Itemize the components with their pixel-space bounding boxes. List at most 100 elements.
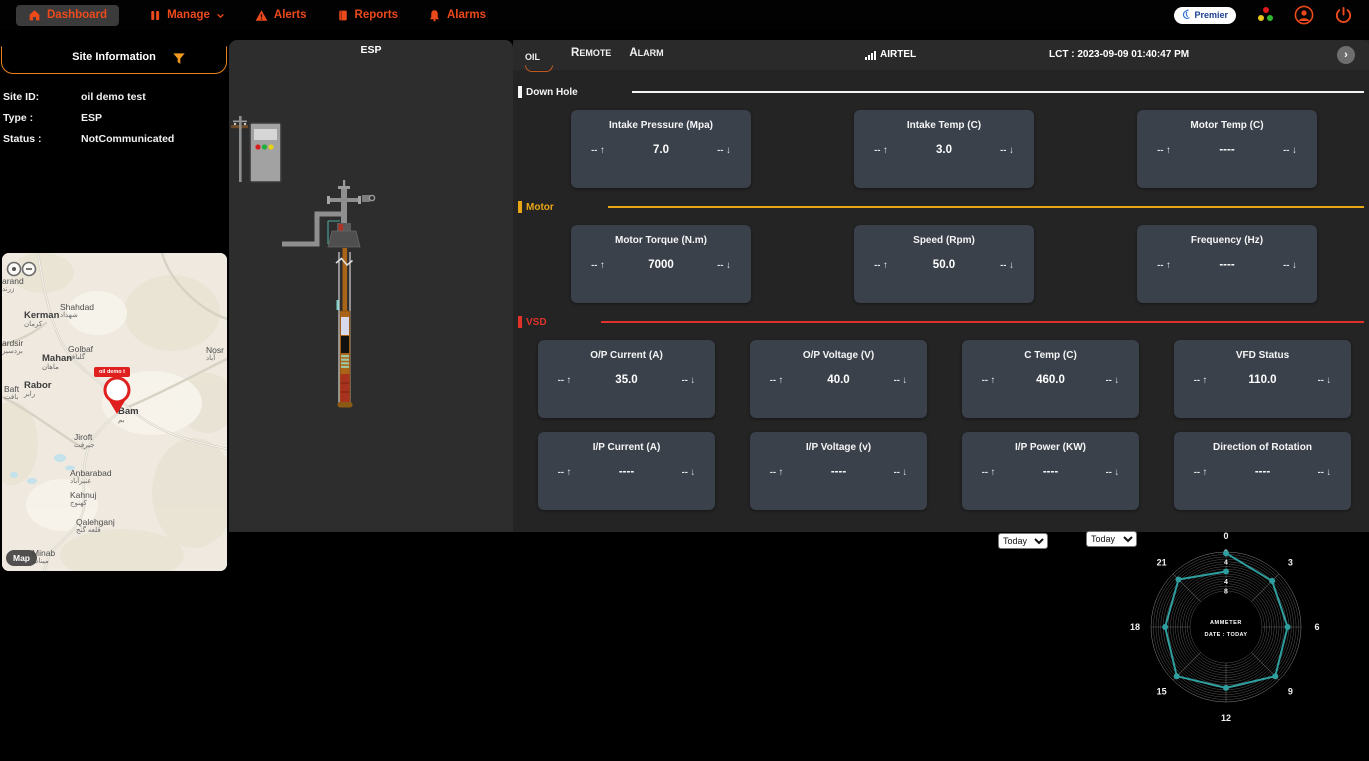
nav-label: Alarms bbox=[447, 9, 486, 21]
metric-title: I/P Power (KW) bbox=[962, 442, 1139, 453]
high-limit-indicator: -- ↑ bbox=[962, 375, 1015, 386]
section-color-bar bbox=[518, 201, 522, 213]
section-divider bbox=[608, 206, 1364, 208]
section-motor: Motor Motor Torque (N.m)-- ↑7000-- ↓Spee… bbox=[513, 199, 1369, 303]
high-limit-indicator: -- ↑ bbox=[1174, 467, 1227, 478]
high-limit-indicator: -- ↑ bbox=[538, 375, 591, 386]
site-pin-icon[interactable] bbox=[105, 378, 129, 414]
tab-remote[interactable]: Remote bbox=[571, 47, 611, 72]
low-limit-indicator: -- ↓ bbox=[1298, 375, 1351, 386]
metric-value: 460.0 bbox=[1015, 374, 1086, 386]
section-title: Down Hole bbox=[526, 87, 578, 98]
telemetry-panel: Oil Remote Alarm AIRTEL LCT : 2023-09-09… bbox=[513, 40, 1369, 532]
metric-title: I/P Voltage (v) bbox=[750, 442, 927, 453]
power-icon[interactable] bbox=[1334, 6, 1353, 25]
metric-title: VFD Status bbox=[1174, 350, 1351, 361]
site-info-row: Type : ESP bbox=[0, 107, 228, 128]
metric-card: I/P Current (A)-- ↑------ ↓ bbox=[538, 432, 715, 510]
tab-bar: Oil Remote Alarm bbox=[525, 47, 664, 72]
metric-value: ---- bbox=[803, 466, 874, 478]
site-location-map[interactable]: arandزرندShahdadشهدادKermanكرمانardsirبر… bbox=[2, 253, 227, 571]
report-icon bbox=[337, 9, 349, 22]
high-limit-indicator: -- ↑ bbox=[571, 145, 625, 156]
low-limit-indicator: -- ↓ bbox=[874, 467, 927, 478]
metric-title: Speed (Rpm) bbox=[854, 235, 1034, 246]
angle-label: 3 bbox=[1288, 558, 1293, 568]
ammeter-data-point bbox=[1272, 673, 1278, 679]
metric-title: Intake Pressure (Mpa) bbox=[571, 120, 751, 131]
metric-card: I/P Voltage (v)-- ↑------ ↓ bbox=[750, 432, 927, 510]
nav-right-cluster: Premier bbox=[1174, 5, 1369, 25]
chart-title: AMMETER bbox=[1210, 620, 1242, 626]
metric-card: Intake Temp (C)-- ↑3.0-- ↓ bbox=[854, 110, 1034, 188]
chevron-down-icon bbox=[216, 11, 225, 20]
metric-value: ---- bbox=[1191, 144, 1263, 156]
metric-title: Motor Torque (N.m) bbox=[571, 235, 751, 246]
high-limit-indicator: -- ↑ bbox=[854, 260, 908, 271]
angle-label: 15 bbox=[1157, 686, 1167, 696]
angle-label: 21 bbox=[1157, 558, 1167, 568]
ammeter-data-point bbox=[1174, 673, 1180, 679]
site-pin-badge[interactable]: oil demo t bbox=[94, 367, 130, 377]
metric-title: Motor Temp (C) bbox=[1137, 120, 1317, 131]
metric-card: Motor Temp (C)-- ↑------ ↓ bbox=[1137, 110, 1317, 188]
metric-card: I/P Power (KW)-- ↑------ ↓ bbox=[962, 432, 1139, 510]
nav-item-alarms[interactable]: Alarms bbox=[428, 9, 486, 22]
nav-item-dashboard[interactable]: Dashboard bbox=[16, 5, 119, 26]
tab-oil[interactable]: Oil bbox=[525, 47, 553, 72]
low-limit-indicator: -- ↓ bbox=[1086, 375, 1139, 386]
field-label: Status : bbox=[3, 133, 81, 145]
metric-value: ---- bbox=[1227, 466, 1298, 478]
metric-value: ---- bbox=[1015, 466, 1086, 478]
ammeter-data-point bbox=[1223, 550, 1229, 556]
field-value: oil demo test bbox=[81, 91, 225, 103]
field-label: Site ID: bbox=[3, 91, 81, 103]
site-info-row: Site ID: oil demo test bbox=[0, 86, 228, 107]
filter-icon[interactable] bbox=[172, 52, 186, 66]
network-status: AIRTEL bbox=[865, 49, 916, 60]
metric-value: ---- bbox=[591, 466, 662, 478]
chart-subtitle: DATE : TODAY bbox=[1205, 632, 1248, 638]
section-divider bbox=[601, 321, 1364, 323]
map-layer-button[interactable]: Map bbox=[6, 550, 37, 566]
metric-title: O/P Voltage (V) bbox=[750, 350, 927, 361]
nav-item-reports[interactable]: Reports bbox=[337, 9, 398, 22]
metric-card: Motor Torque (N.m)-- ↑7000-- ↓ bbox=[571, 225, 751, 303]
metric-card: Speed (Rpm)-- ↑50.0-- ↓ bbox=[854, 225, 1034, 303]
angle-label: 12 bbox=[1221, 713, 1231, 723]
metric-value: 7.0 bbox=[625, 144, 697, 156]
metric-title: O/P Current (A) bbox=[538, 350, 715, 361]
metric-cards-row: Motor Torque (N.m)-- ↑7000-- ↓Speed (Rpm… bbox=[571, 225, 1369, 303]
alarm-bell-icon bbox=[428, 9, 441, 22]
next-site-button[interactable]: › bbox=[1337, 46, 1355, 64]
nav-item-manage[interactable]: Manage bbox=[149, 9, 225, 22]
status-dots-icon[interactable] bbox=[1256, 7, 1274, 23]
section-color-bar bbox=[518, 316, 522, 328]
radial-tick-label: 8 bbox=[1224, 589, 1228, 596]
user-profile-icon[interactable] bbox=[1294, 5, 1314, 25]
site-info-row: Status : NotCommunicated bbox=[0, 128, 228, 149]
tab-alarm[interactable]: Alarm bbox=[629, 47, 663, 72]
section-title: Motor bbox=[526, 202, 554, 213]
carrier-name: AIRTEL bbox=[880, 49, 916, 60]
metric-value: 50.0 bbox=[908, 259, 980, 271]
metric-title: I/P Current (A) bbox=[538, 442, 715, 453]
site-info-header: Site Information bbox=[1, 46, 227, 74]
period-select-left[interactable]: Today bbox=[998, 533, 1048, 549]
high-limit-indicator: -- ↑ bbox=[571, 260, 625, 271]
low-limit-indicator: -- ↓ bbox=[874, 375, 927, 386]
manage-bars-icon bbox=[149, 9, 161, 22]
brand-logo: Premier bbox=[1174, 7, 1236, 24]
metric-card: Intake Pressure (Mpa)-- ↑7.0-- ↓ bbox=[571, 110, 751, 188]
ammeter-data-point bbox=[1285, 624, 1291, 630]
metric-value: 7000 bbox=[625, 259, 697, 271]
ammeter-radar-chart: 03691215182184048AMMETERDATE : TODAY bbox=[1116, 527, 1336, 737]
alert-triangle-icon bbox=[255, 9, 268, 22]
low-limit-indicator: -- ↓ bbox=[662, 375, 715, 386]
metric-card: Frequency (Hz)-- ↑------ ↓ bbox=[1137, 225, 1317, 303]
map-zoom-controls[interactable] bbox=[8, 263, 36, 276]
high-limit-indicator: -- ↑ bbox=[962, 467, 1015, 478]
low-limit-indicator: -- ↓ bbox=[662, 467, 715, 478]
nav-item-alerts[interactable]: Alerts bbox=[255, 9, 307, 22]
telemetry-header: Oil Remote Alarm AIRTEL LCT : 2023-09-09… bbox=[513, 40, 1369, 70]
